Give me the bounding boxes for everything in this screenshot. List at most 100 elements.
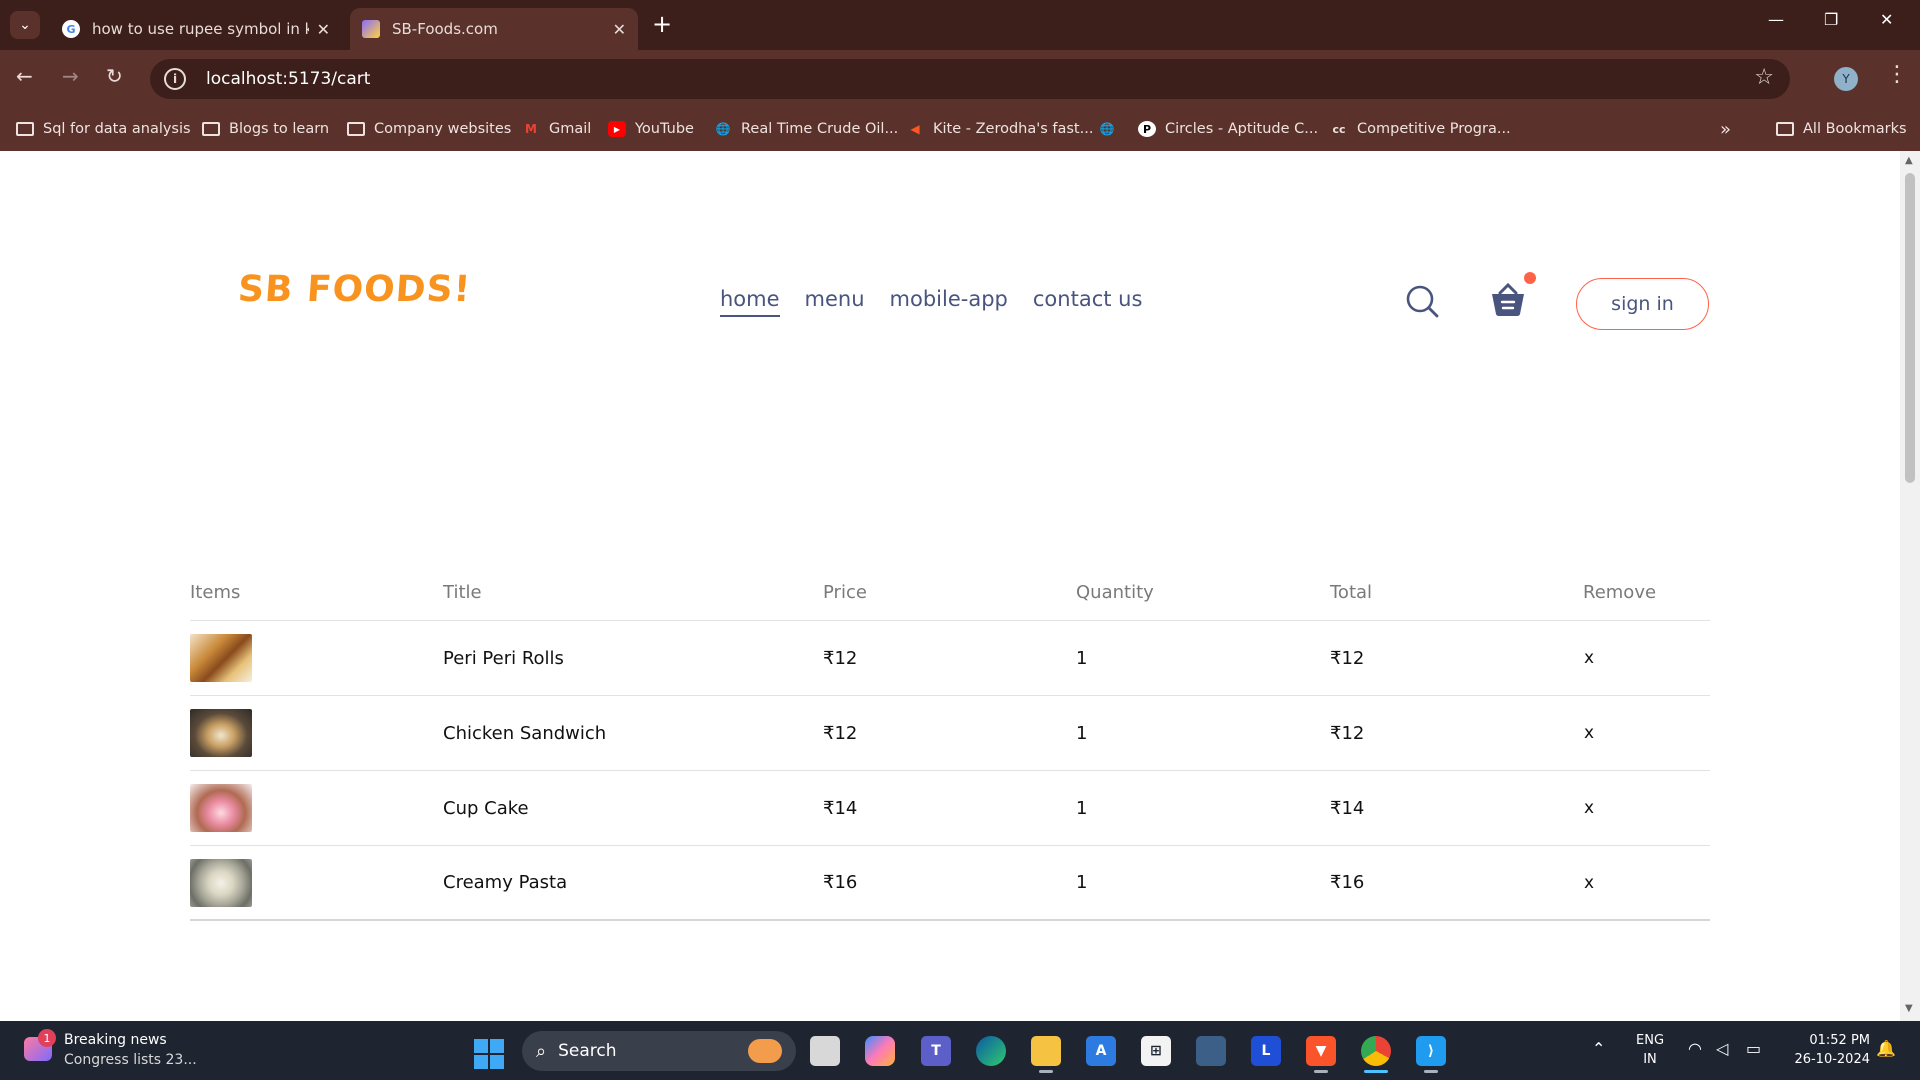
- scroll-down-icon[interactable]: ▼: [1905, 1003, 1913, 1014]
- bookmark-circles[interactable]: P Circles - Aptitude C...: [1138, 107, 1318, 151]
- url-text[interactable]: localhost:5173/cart: [206, 69, 370, 89]
- bookmark-blogs[interactable]: Blogs to learn: [202, 107, 329, 151]
- basket-icon[interactable]: [1488, 279, 1528, 319]
- bookmark-star-icon[interactable]: ☆: [1754, 65, 1774, 90]
- wifi-icon[interactable]: ◠: [1688, 1039, 1702, 1058]
- cart-row: Chicken Sandwich ₹12 1 ₹12 x: [190, 696, 1710, 771]
- bookmark-crude-oil[interactable]: 🌐 Real Time Crude Oil...: [714, 107, 899, 151]
- scrollbar-thumb[interactable]: [1905, 173, 1915, 483]
- reload-icon[interactable]: ↻: [106, 64, 123, 88]
- remove-item-button[interactable]: x: [1583, 873, 1710, 893]
- item-quantity: 1: [1076, 722, 1088, 744]
- volume-icon[interactable]: ◁: [1716, 1039, 1728, 1058]
- browser-menu-icon[interactable]: ⋮: [1886, 62, 1908, 87]
- language-indicator[interactable]: ENG IN: [1636, 1031, 1664, 1069]
- remove-item-button[interactable]: x: [1583, 723, 1710, 743]
- nav-home[interactable]: home: [720, 287, 780, 317]
- bookmark-company[interactable]: Company websites: [347, 107, 511, 151]
- cart-table-header: Items Title Price Quantity Total Remove: [190, 565, 1710, 621]
- all-bookmarks-button[interactable]: All Bookmarks: [1776, 107, 1907, 151]
- item-price: ₹16: [823, 872, 858, 893]
- sign-in-button[interactable]: sign in: [1576, 278, 1709, 330]
- scroll-up-icon[interactable]: ▲: [1905, 155, 1913, 166]
- more-bookmarks-icon[interactable]: »: [1720, 107, 1731, 151]
- cart-notification-dot: [1524, 272, 1536, 284]
- close-tab-icon[interactable]: ✕: [317, 20, 330, 39]
- back-icon[interactable]: ←: [16, 64, 33, 88]
- bookmark-label: Kite - Zerodha's fast...: [933, 121, 1094, 137]
- nav-mobile-app[interactable]: mobile-app: [890, 287, 1008, 317]
- tab-rupee-search[interactable]: G how to use rupee symbol in key ✕: [50, 8, 342, 50]
- taskbar-search[interactable]: ⌕ Search: [522, 1031, 796, 1071]
- bookmark-globe[interactable]: 🌐: [1098, 107, 1125, 151]
- forward-icon[interactable]: →: [62, 64, 79, 88]
- address-bar[interactable]: i localhost:5173/cart ☆: [150, 59, 1790, 99]
- search-highlight-icon: [748, 1039, 782, 1063]
- remove-item-button[interactable]: x: [1583, 648, 1710, 668]
- kite-icon: ◀: [910, 122, 920, 136]
- folder-icon: [16, 121, 34, 137]
- remove-item-button[interactable]: x: [1583, 798, 1710, 818]
- windows-start-icon[interactable]: [474, 1039, 504, 1069]
- minimize-icon[interactable]: —: [1768, 10, 1784, 29]
- column-header-price: Price: [823, 582, 867, 603]
- column-header-quantity: Quantity: [1076, 582, 1154, 603]
- bookmark-label: Competitive Progra...: [1357, 121, 1511, 137]
- browser-tab-bar: ⌄ G how to use rupee symbol in key ✕ SB-…: [0, 0, 1920, 50]
- profile-avatar[interactable]: Y: [1834, 67, 1858, 91]
- bookmark-label: Blogs to learn: [229, 121, 330, 137]
- news-subtitle[interactable]: Congress lists 23...: [64, 1052, 197, 1068]
- notification-bell-icon[interactable]: 🔔: [1876, 1039, 1896, 1058]
- item-total: ₹12: [1330, 722, 1365, 744]
- cart-row: Cup Cake ₹14 1 ₹14 x: [190, 771, 1710, 846]
- site-info-icon[interactable]: i: [164, 68, 186, 90]
- site-logo[interactable]: SB FOODS!: [237, 269, 473, 310]
- bookmarks-bar: Sql for data analysis Blogs to learn Com…: [0, 107, 1920, 151]
- vscode-icon[interactable]: ⟩: [1416, 1036, 1446, 1066]
- active-indicator: [1364, 1070, 1388, 1073]
- circles-icon: P: [1138, 121, 1156, 137]
- microsoft-store-icon[interactable]: ⊞: [1141, 1036, 1171, 1066]
- cart-row: Peri Peri Rolls ₹12 1 ₹12 x: [190, 621, 1710, 696]
- task-view-icon[interactable]: [810, 1036, 840, 1066]
- restore-icon[interactable]: ❐: [1824, 10, 1838, 29]
- copilot-icon[interactable]: [865, 1036, 895, 1066]
- web-page: SB FOODS! home menu mobile-app contact u…: [0, 151, 1900, 1021]
- item-title: Peri Peri Rolls: [443, 647, 564, 669]
- close-tab-icon[interactable]: ✕: [613, 20, 626, 39]
- news-title[interactable]: Breaking news: [64, 1032, 167, 1048]
- azure-data-studio-icon[interactable]: A: [1086, 1036, 1116, 1066]
- chevron-up-icon[interactable]: ⌃: [1592, 1039, 1605, 1058]
- bookmark-label: YouTube: [635, 121, 694, 137]
- l-app-icon[interactable]: L: [1251, 1036, 1281, 1066]
- brave-icon[interactable]: ▼: [1306, 1036, 1336, 1066]
- mysql-workbench-icon[interactable]: [1196, 1036, 1226, 1066]
- language-code: ENG: [1636, 1033, 1665, 1048]
- nav-contact-us[interactable]: contact us: [1033, 287, 1143, 317]
- page-scrollbar[interactable]: ▲ ▼: [1900, 151, 1920, 1021]
- bookmark-competitive[interactable]: cc Competitive Progra...: [1330, 107, 1511, 151]
- bookmark-kite[interactable]: ◀ Kite - Zerodha's fast...: [906, 107, 1093, 151]
- bookmark-label: Company websites: [374, 121, 512, 137]
- tab-search-button[interactable]: ⌄: [10, 11, 40, 39]
- bookmark-youtube[interactable]: ▶ YouTube: [608, 107, 694, 151]
- teams-icon[interactable]: T: [921, 1036, 951, 1066]
- column-header-title: Title: [443, 582, 482, 603]
- new-tab-button[interactable]: +: [652, 10, 672, 38]
- bookmark-gmail[interactable]: M Gmail: [522, 107, 591, 151]
- nav-menu[interactable]: menu: [805, 287, 865, 317]
- bookmark-sql[interactable]: Sql for data analysis: [16, 107, 191, 151]
- file-explorer-icon[interactable]: [1031, 1036, 1061, 1066]
- battery-icon[interactable]: ▭: [1746, 1039, 1761, 1058]
- item-title: Creamy Pasta: [443, 872, 568, 893]
- item-price: ₹12: [823, 722, 858, 744]
- chrome-icon[interactable]: [1361, 1036, 1391, 1066]
- tab-sb-foods[interactable]: SB-Foods.com ✕: [350, 8, 638, 50]
- gmail-icon: M: [525, 122, 537, 136]
- edge-icon[interactable]: [976, 1036, 1006, 1066]
- clock[interactable]: 01:52 PM 26-10-2024: [1790, 1031, 1870, 1069]
- tab-title: how to use rupee symbol in key: [92, 20, 309, 38]
- close-window-icon[interactable]: ✕: [1880, 10, 1893, 29]
- search-icon[interactable]: [1405, 284, 1439, 318]
- item-title: Chicken Sandwich: [443, 722, 607, 744]
